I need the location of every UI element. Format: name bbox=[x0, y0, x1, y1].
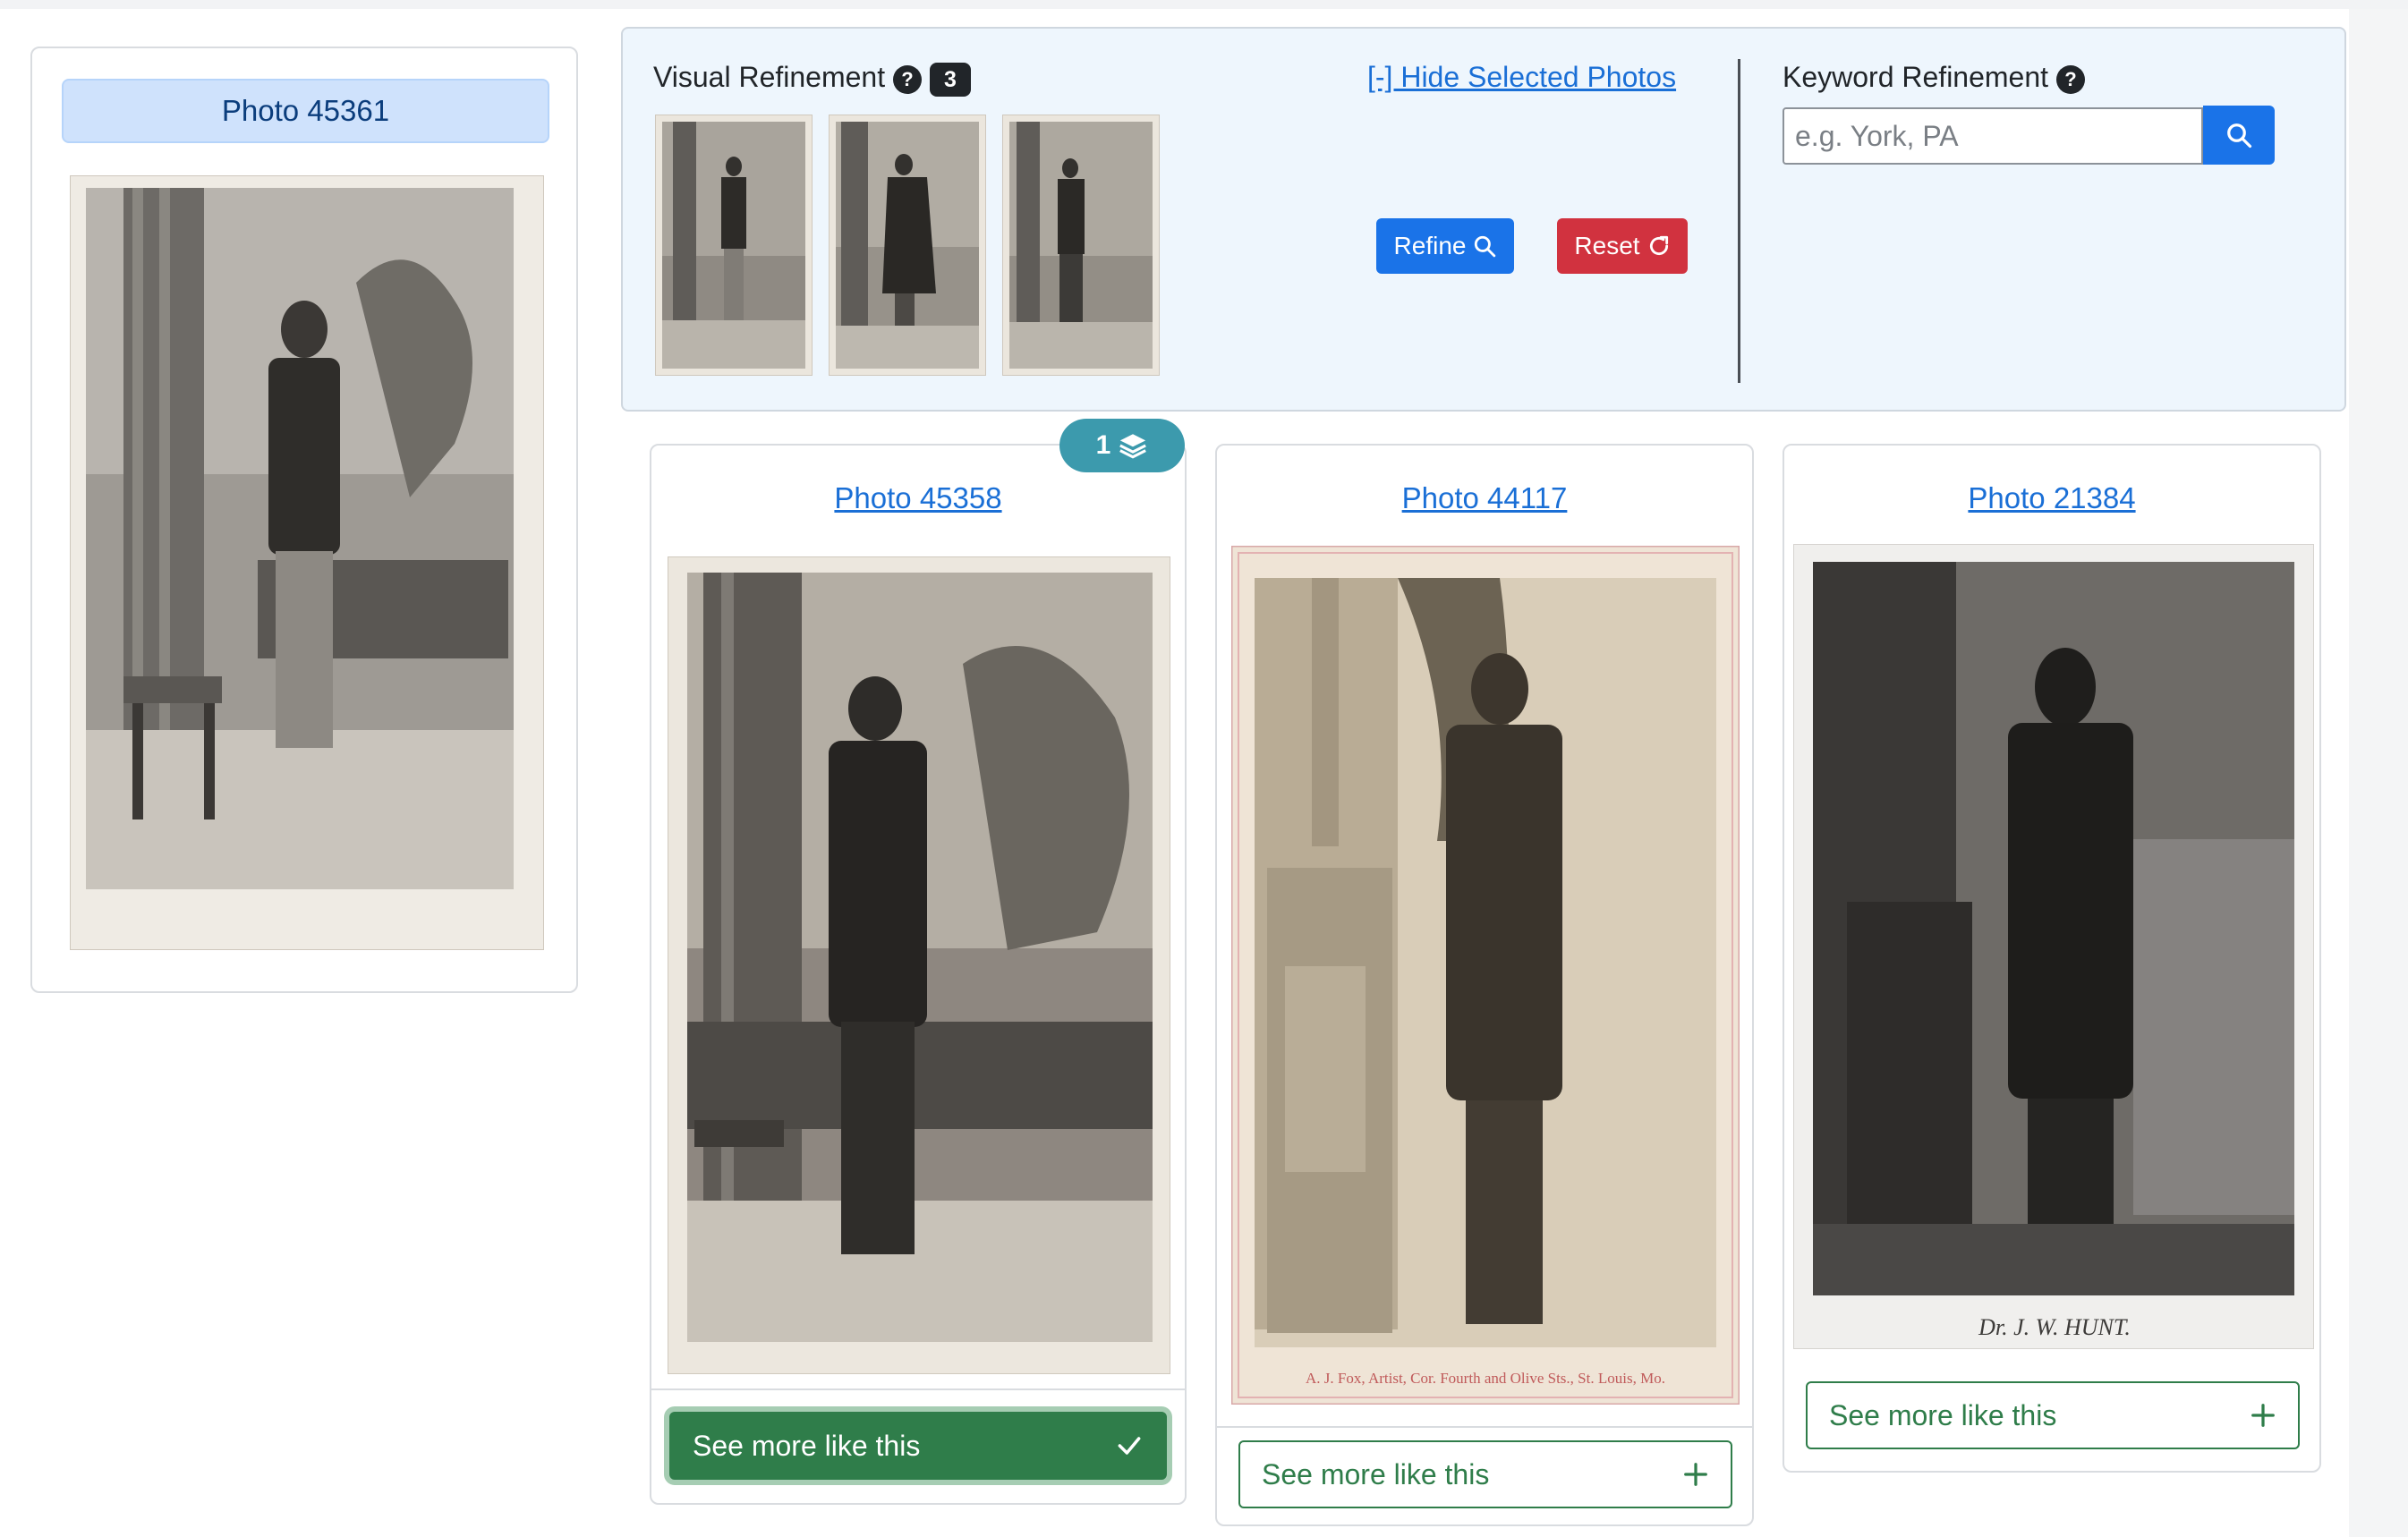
stack-count-badge[interactable]: 1 bbox=[1059, 419, 1185, 472]
plus-icon bbox=[1684, 1463, 1707, 1486]
see-more-label: See more like this bbox=[1262, 1457, 1490, 1490]
stack-count: 1 bbox=[1095, 430, 1111, 460]
reset-button[interactable]: Reset bbox=[1557, 218, 1688, 274]
result-photo-image[interactable]: Dr. J. W. HUNT. bbox=[1793, 544, 2314, 1349]
keyword-search-input[interactable] bbox=[1783, 107, 2203, 165]
result-photo-image[interactable] bbox=[668, 556, 1170, 1374]
help-icon[interactable]: ? bbox=[893, 64, 922, 94]
result-title-link[interactable]: Photo 45358 bbox=[651, 481, 1185, 515]
search-icon bbox=[1475, 235, 1496, 258]
visual-refinement-header: Visual Refinement ? 3 bbox=[653, 61, 971, 97]
search-icon bbox=[2227, 123, 2252, 149]
keyword-refinement-label: Keyword Refinement bbox=[1783, 61, 2049, 93]
see-more-button[interactable]: See more like this bbox=[1238, 1440, 1732, 1508]
result-card: Photo 21384 Dr. J. W. HUNT. See more lik… bbox=[1783, 444, 2321, 1473]
result-card: Photo 44117 A. J. Fox, Artist, Cor. Four… bbox=[1215, 444, 1754, 1526]
layers-icon bbox=[1119, 434, 1147, 459]
selected-count-badge: 3 bbox=[929, 62, 971, 97]
see-more-label: See more like this bbox=[1829, 1398, 2057, 1431]
reset-button-label: Reset bbox=[1574, 232, 1640, 259]
result-card: Photo 45358 See more like this bbox=[650, 444, 1187, 1505]
refine-button-label: Refine bbox=[1393, 232, 1467, 259]
top-strip bbox=[0, 0, 2408, 9]
refinement-panel: Visual Refinement ? 3 [-] Hide Selected … bbox=[621, 27, 2346, 412]
refinement-thumbnail-2[interactable] bbox=[829, 115, 986, 376]
result-photo-image[interactable]: A. J. Fox, Artist, Cor. Fourth and Olive… bbox=[1231, 546, 1740, 1405]
selected-photo-card: Photo 45361 bbox=[30, 47, 578, 993]
visual-refinement-label: Visual Refinement bbox=[653, 61, 886, 93]
refinement-thumbnail-3[interactable] bbox=[1002, 115, 1160, 376]
plus-icon bbox=[2251, 1404, 2275, 1427]
keyword-search-button[interactable] bbox=[2203, 106, 2275, 165]
selected-photo-title[interactable]: Photo 45361 bbox=[62, 79, 549, 143]
card-footer-divider bbox=[651, 1388, 1185, 1390]
photo-caption: Dr. J. W. HUNT. bbox=[1978, 1314, 2131, 1340]
photo-imprint: A. J. Fox, Artist, Cor. Fourth and Olive… bbox=[1306, 1370, 1665, 1387]
see-more-button[interactable]: See more like this bbox=[1806, 1381, 2300, 1449]
see-more-button[interactable]: See more like this bbox=[669, 1412, 1167, 1480]
help-icon[interactable]: ? bbox=[2055, 64, 2085, 94]
refresh-icon bbox=[1649, 235, 1668, 256]
result-title-link[interactable]: Photo 21384 bbox=[1784, 481, 2319, 515]
check-icon bbox=[1118, 1437, 1141, 1455]
refine-button[interactable]: Refine bbox=[1376, 218, 1514, 274]
card-footer-divider bbox=[1217, 1426, 1752, 1428]
panel-divider bbox=[1738, 59, 1740, 383]
refinement-thumbnail-1[interactable] bbox=[655, 115, 813, 376]
keyword-refinement-header: Keyword Refinement ? bbox=[1783, 61, 2085, 94]
result-title-link[interactable]: Photo 44117 bbox=[1217, 481, 1752, 515]
see-more-label: See more like this bbox=[693, 1429, 921, 1462]
hide-selected-photos-link[interactable]: [-] Hide Selected Photos bbox=[1367, 61, 1676, 94]
selected-photo-image[interactable] bbox=[70, 175, 544, 950]
